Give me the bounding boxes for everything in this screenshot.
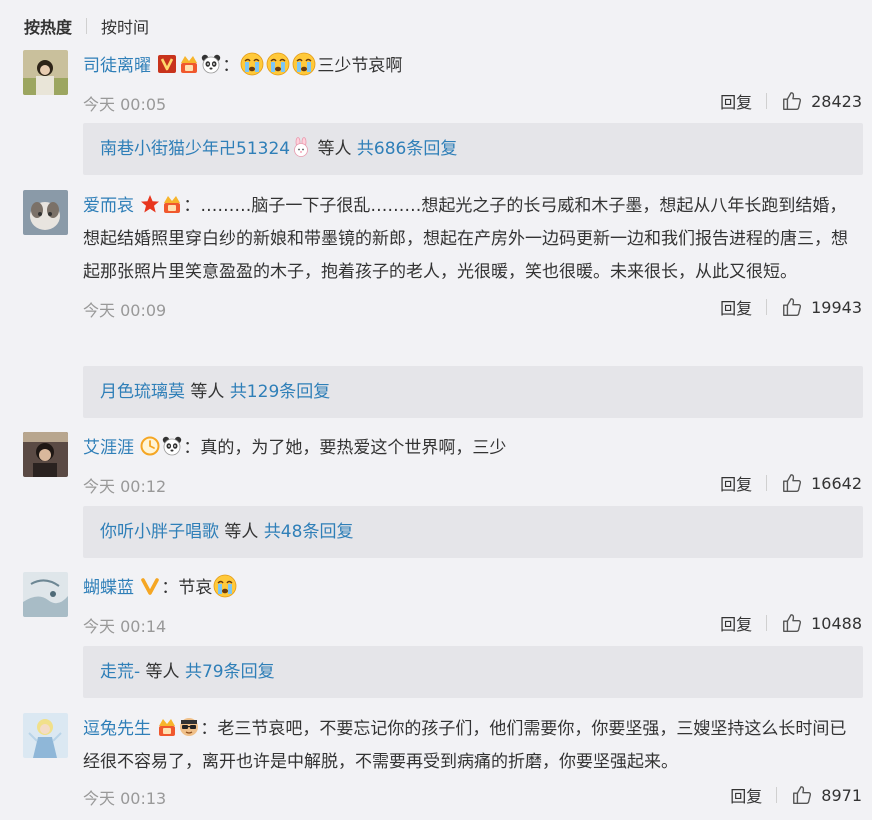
colon: ： [200, 719, 218, 739]
sub-reply-count-link[interactable]: 共129条回复 [230, 382, 330, 402]
action-divider [776, 787, 778, 803]
sub-reply-author[interactable]: 月色琉璃莫 [100, 382, 185, 402]
like-button[interactable]: 16642 [781, 472, 862, 494]
comment-time: 今天 00:09 [83, 301, 167, 320]
sub-etc-label: 等人 [185, 382, 230, 402]
reply-button[interactable]: 回复 [720, 611, 752, 635]
author-name[interactable]: 爱而哀 [83, 196, 134, 216]
medal-icon[interactable] [157, 717, 177, 737]
sub-replies-box[interactable]: 南巷小街猫少年卍51324 等人 共686条回复 [83, 123, 863, 175]
sort-tabs: 按热度 按时间 [24, 14, 149, 38]
comment-time: 今天 00:05 [83, 95, 167, 114]
like-button[interactable]: 28423 [781, 90, 862, 112]
sub-reply-count-link[interactable]: 共79条回复 [185, 662, 275, 682]
colon: ： [222, 56, 240, 76]
vip-v-icon[interactable] [157, 54, 177, 74]
sub-reply-author[interactable]: 南巷小街猫少年卍51324 [100, 139, 290, 159]
bunny-icon [291, 137, 311, 157]
like-count: 8971 [821, 785, 862, 805]
comment-text: 三少节哀啊 [317, 56, 403, 76]
sub-replies-box[interactable]: 走荒- 等人 共79条回复 [83, 646, 863, 698]
crying-emoji-icon [213, 574, 237, 598]
reply-button[interactable]: 回复 [720, 295, 752, 319]
sub-reply-count-link[interactable]: 共48条回复 [264, 522, 354, 542]
star-icon[interactable] [140, 194, 160, 214]
comment-text: 真的，为了她，要热爱这个世界啊，三少 [200, 438, 507, 458]
sub-replies-box[interactable]: 月色琉璃莫 等人 共129条回复 [83, 366, 863, 418]
like-button[interactable]: 10488 [781, 612, 862, 634]
sub-etc-label: 等人 [312, 139, 357, 159]
comment-text: 节哀 [178, 578, 213, 598]
sub-etc-label: 等人 [219, 522, 264, 542]
action-divider [766, 475, 768, 491]
avatar[interactable] [23, 50, 68, 95]
medal-icon[interactable] [162, 194, 182, 214]
reply-button[interactable]: 回复 [720, 471, 752, 495]
sort-by-time-tab[interactable]: 按时间 [101, 14, 149, 38]
panda-icon[interactable] [201, 54, 221, 74]
crying-emoji-icon [292, 52, 316, 76]
avatar[interactable] [23, 713, 68, 758]
clock-icon[interactable] [140, 436, 160, 456]
like-button[interactable]: 8971 [791, 784, 862, 806]
comment-time: 今天 00:14 [83, 617, 167, 636]
medal-icon[interactable] [179, 54, 199, 74]
sunglasses-icon[interactable] [179, 717, 199, 737]
author-name[interactable]: 逗兔先生 [83, 719, 151, 739]
like-count: 10488 [811, 613, 862, 633]
thumbs-up-icon [781, 612, 803, 634]
thumbs-up-icon [781, 472, 803, 494]
comment-time: 今天 00:13 [83, 789, 167, 808]
panda-icon[interactable] [162, 436, 182, 456]
crying-emoji-icon [240, 52, 264, 76]
like-button[interactable]: 19943 [781, 296, 862, 318]
colon: ： [183, 196, 201, 216]
like-count: 19943 [811, 297, 862, 317]
author-name[interactable]: 司徒离曜 [83, 56, 151, 76]
like-count: 16642 [811, 473, 862, 493]
author-name[interactable]: 艾涯涯 [83, 438, 134, 458]
sub-reply-count-link[interactable]: 共686条回复 [357, 139, 457, 159]
thumbs-up-icon [781, 90, 803, 112]
avatar[interactable] [23, 572, 68, 617]
colon: ： [161, 578, 179, 598]
action-divider [766, 93, 768, 109]
sort-by-hot-tab[interactable]: 按热度 [24, 14, 72, 38]
sub-reply-author[interactable]: 走荒- [100, 662, 140, 682]
sub-reply-author[interactable]: 你听小胖子唱歌 [100, 522, 219, 542]
author-name[interactable]: 蝴蝶蓝 [83, 578, 134, 598]
avatar[interactable] [23, 432, 68, 477]
comment-time: 今天 00:12 [83, 477, 167, 496]
thumbs-up-icon [791, 784, 813, 806]
sort-divider [86, 18, 88, 34]
crying-emoji-icon [266, 52, 290, 76]
avatar[interactable] [23, 190, 68, 235]
like-count: 28423 [811, 91, 862, 111]
thumbs-up-icon [781, 296, 803, 318]
vip-v-gold-icon[interactable] [140, 576, 160, 596]
action-divider [766, 615, 768, 631]
colon: ： [183, 438, 201, 458]
reply-button[interactable]: 回复 [730, 783, 762, 807]
reply-button[interactable]: 回复 [720, 89, 752, 113]
action-divider [766, 299, 768, 315]
sub-etc-label: 等人 [140, 662, 185, 682]
sub-replies-box[interactable]: 你听小胖子唱歌 等人 共48条回复 [83, 506, 863, 558]
